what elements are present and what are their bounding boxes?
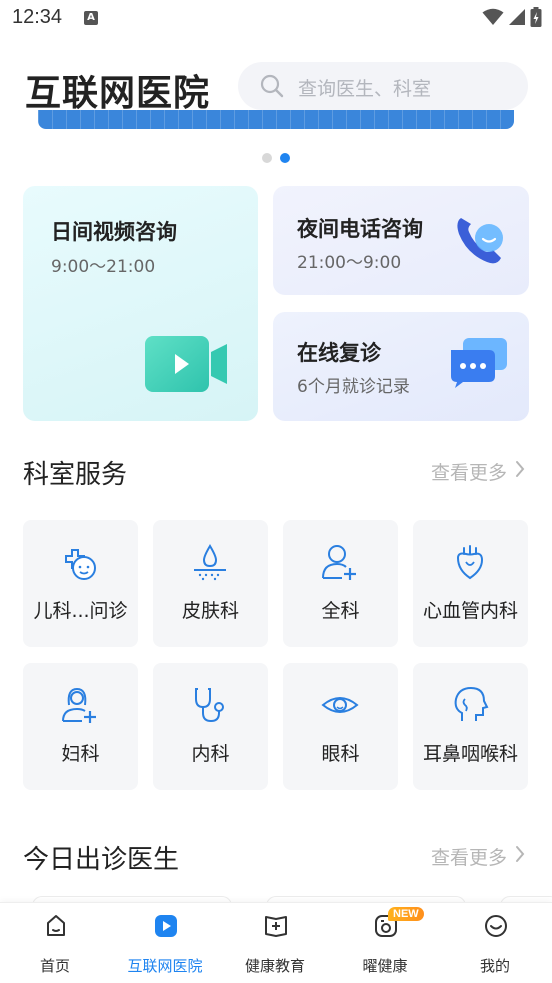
bottom-tab-bar: 首页 互联网医院 健康教育 NEW 曜健康 我的 [0,902,552,983]
dept-label: 内科 [191,743,230,765]
hospital-play-icon [155,915,177,937]
search-input[interactable]: 查询医生、科室 [238,62,528,110]
home-icon [47,915,65,936]
tab-home[interactable]: 首页 [0,903,110,983]
person-plus-icon [322,545,356,580]
doctors-more-link[interactable]: 查看更多 [431,843,507,870]
carousel-dot-active [280,153,290,163]
dept-label: 眼科 [321,743,360,765]
banner-carousel[interactable] [38,110,514,129]
dept-ophthalmology[interactable]: 眼科 [283,663,398,790]
chat-bubbles-icon [451,338,507,388]
search-icon [260,74,284,98]
dept-general[interactable]: 全科 [283,520,398,647]
followup-card[interactable]: 在线复诊 6个月就诊记录 [273,312,529,421]
wifi-icon [482,8,504,25]
dept-pediatrics[interactable]: 儿科...问诊 [23,520,138,647]
dept-internal-medicine[interactable]: 内科 [153,663,268,790]
signal-icon [509,9,525,25]
status-bar: 12:34 A [0,0,552,38]
tab-label: 互联网医院 [127,957,203,975]
doctors-header: 今日出诊医生 查看更多 [23,839,529,875]
tab-internet-hospital[interactable]: 互联网医院 [110,903,220,983]
video-consult-title: 日间视频咨询 [51,220,177,244]
tab-label: 曜健康 [362,957,408,975]
new-badge: NEW [388,907,424,921]
skin-icon [194,544,226,581]
dept-dermatology[interactable]: 皮肤科 [153,520,268,647]
dept-label: 耳鼻咽喉科 [422,743,518,765]
carousel-dot [262,153,272,163]
tab-mine[interactable]: 我的 [440,903,550,983]
video-consult-card[interactable]: 日间视频咨询 9:00～21:00 [23,186,258,421]
phone-consult-title: 夜间电话咨询 [297,217,423,241]
dept-label: 妇科 [61,743,100,765]
tab-label: 健康教育 [244,957,305,975]
followup-title: 在线复诊 [297,341,381,365]
dept-label: 心血管内科 [422,600,518,622]
carousel-indicator [262,153,290,163]
book-plus-icon [265,916,287,937]
dept-label: 全科 [321,600,360,622]
doctors-title: 今日出诊医生 [23,845,180,875]
battery-icon [530,7,542,27]
departments-header: 科室服务 查看更多 [23,454,529,490]
tab-health-education[interactable]: 健康教育 [220,903,330,983]
phone-consult-hours: 21:00～9:00 [297,253,402,273]
phone-consult-card[interactable]: 夜间电话咨询 21:00～9:00 [273,186,529,295]
departments-title: 科室服务 [23,460,128,490]
dept-gynecology[interactable]: 妇科 [23,663,138,790]
status-time: 12:34 [12,6,63,28]
banner-pattern [38,110,514,129]
dept-label: 儿科...问诊 [33,600,128,622]
stethoscope-icon [195,688,224,723]
departments-more-link[interactable]: 查看更多 [431,458,507,485]
tab-label: 我的 [479,957,510,975]
woman-plus-icon [62,687,96,723]
ent-head-icon [454,686,489,721]
video-camera-icon [145,336,227,392]
followup-subtitle: 6个月就诊记录 [297,377,410,397]
tab-yao-health[interactable]: NEW 曜健康 [330,903,440,983]
heart-icon [456,545,484,580]
tab-label: 首页 [39,957,70,975]
status-icons [482,7,542,27]
dept-ent[interactable]: 耳鼻咽喉科 [413,663,528,790]
dept-label: 皮肤科 [181,600,239,622]
phone-icon [457,218,503,264]
smile-face-icon [485,915,507,937]
chevron-right-icon [516,461,525,477]
chevron-right-icon [516,846,525,862]
a-notification-icon: A [84,11,98,25]
baby-icon [65,549,96,580]
search-placeholder: 查询医生、科室 [298,78,432,100]
page-title: 互联网医院 [25,73,211,114]
dept-cardiology[interactable]: 心血管内科 [413,520,528,647]
eye-icon [321,697,359,713]
video-consult-hours: 9:00～21:00 [51,257,156,277]
